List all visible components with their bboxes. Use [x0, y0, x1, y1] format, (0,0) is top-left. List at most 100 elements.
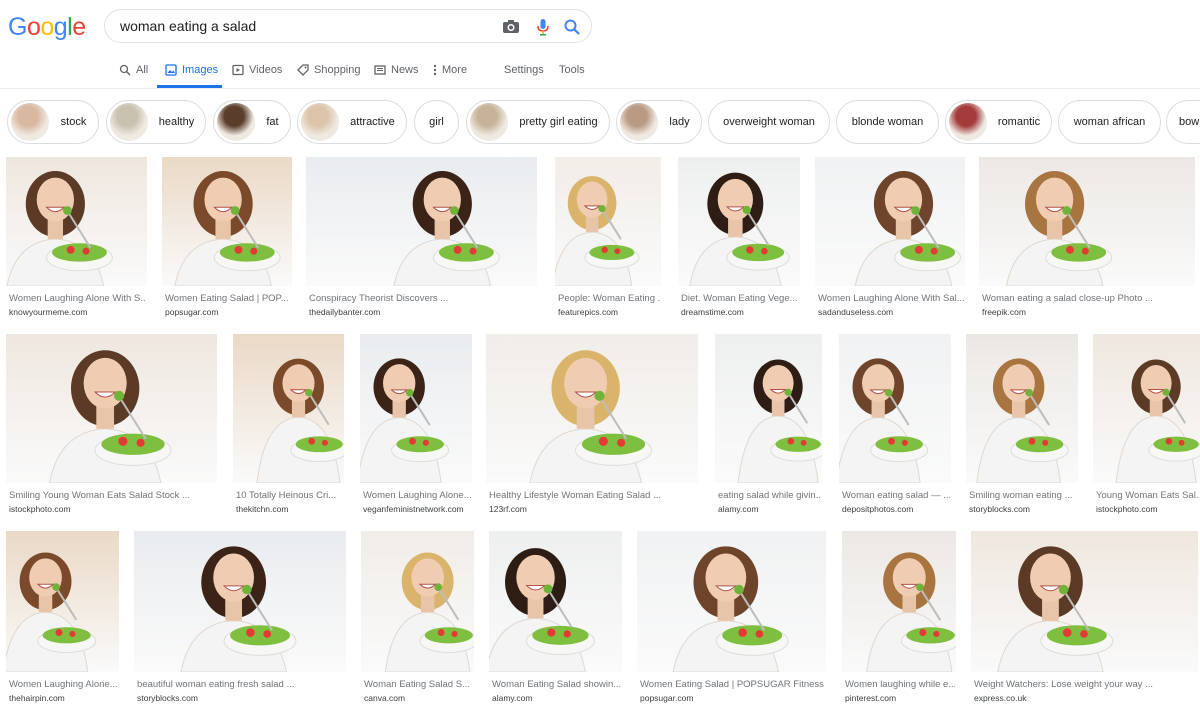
- tab-images[interactable]: Images: [165, 64, 218, 76]
- image-result[interactable]: Smiling woman eating ... storyblocks.com: [966, 334, 1078, 523]
- result-title[interactable]: Woman eating a salad close-up Photo ...: [982, 293, 1194, 304]
- result-source[interactable]: alamy.com: [492, 693, 532, 703]
- result-title[interactable]: Women laughing while e...: [845, 679, 955, 690]
- result-thumbnail[interactable]: [555, 157, 661, 286]
- result-thumbnail[interactable]: [842, 531, 956, 672]
- result-thumbnail[interactable]: [678, 157, 800, 286]
- result-source[interactable]: sadanduseless.com: [818, 307, 893, 317]
- chip-stock[interactable]: stock: [7, 100, 99, 144]
- chip-woman-african[interactable]: woman african: [1058, 100, 1161, 144]
- result-title[interactable]: Weight Watchers: Lose weight your way ..…: [974, 679, 1197, 690]
- result-thumbnail[interactable]: [839, 334, 951, 483]
- result-title[interactable]: Conspiracy Theorist Discovers ...: [309, 293, 536, 304]
- chip-overweight-woman[interactable]: overweight woman: [708, 100, 830, 144]
- image-result[interactable]: Diet. Woman Eating Vege... dreamstime.com: [678, 157, 800, 326]
- chip-romantic[interactable]: romantic: [945, 100, 1052, 144]
- chip-lady[interactable]: lady: [616, 100, 702, 144]
- result-title[interactable]: Diet. Woman Eating Vege...: [681, 293, 799, 304]
- tab-all[interactable]: All: [119, 64, 148, 76]
- result-thumbnail[interactable]: [6, 157, 147, 286]
- result-source[interactable]: storyblocks.com: [137, 693, 198, 703]
- image-result[interactable]: People: Woman Eating ... featurepics.com: [555, 157, 661, 326]
- chip-fat[interactable]: fat: [213, 100, 291, 144]
- chip-healthy[interactable]: healthy: [106, 100, 206, 144]
- result-title[interactable]: Woman eating salad — ...: [842, 490, 950, 501]
- image-result[interactable]: Weight Watchers: Lose weight your way ..…: [971, 531, 1198, 712]
- result-thumbnail[interactable]: [134, 531, 346, 672]
- image-result[interactable]: 10 Totally Heinous Cri... thekitchn.com: [233, 334, 344, 523]
- result-source[interactable]: alamy.com: [718, 504, 758, 514]
- image-result[interactable]: Woman eating a salad close-up Photo ... f…: [979, 157, 1195, 326]
- tab-shopping[interactable]: Shopping: [297, 64, 361, 76]
- result-thumbnail[interactable]: [306, 157, 537, 286]
- result-thumbnail[interactable]: [815, 157, 965, 286]
- image-result[interactable]: Woman Eating Salad S... canva.com: [361, 531, 474, 712]
- result-title[interactable]: Smiling woman eating ...: [969, 490, 1077, 501]
- tab-more[interactable]: More: [433, 64, 467, 76]
- image-result[interactable]: Women Laughing Alone With Sal... sadandus…: [815, 157, 965, 326]
- image-result[interactable]: Smiling Young Woman Eats Salad Stock ...…: [6, 334, 217, 523]
- result-source[interactable]: popsugar.com: [165, 307, 218, 317]
- result-title[interactable]: Women Laughing Alone With S...: [9, 293, 146, 304]
- result-source[interactable]: thekitchn.com: [236, 504, 288, 514]
- result-source[interactable]: knowyourmeme.com: [9, 307, 87, 317]
- tab-settings[interactable]: Settings: [504, 64, 544, 76]
- result-thumbnail[interactable]: [486, 334, 698, 483]
- result-title[interactable]: Healthy Lifestyle Woman Eating Salad ...: [489, 490, 697, 501]
- result-title[interactable]: Woman Eating Salad showin...: [492, 679, 621, 690]
- result-source[interactable]: express.co.uk: [974, 693, 1026, 703]
- result-thumbnail[interactable]: [162, 157, 292, 286]
- chip-blonde-woman[interactable]: blonde woman: [836, 100, 939, 144]
- tab-tools[interactable]: Tools: [559, 64, 585, 76]
- image-result[interactable]: Woman eating salad — ... depositphotos.co…: [839, 334, 951, 523]
- result-title[interactable]: Young Woman Eats Sal...: [1096, 490, 1199, 501]
- image-result[interactable]: Women Laughing Alone... thehairpin.com: [6, 531, 119, 712]
- google-logo[interactable]: Google: [8, 13, 86, 41]
- result-thumbnail[interactable]: [1093, 334, 1200, 483]
- result-thumbnail[interactable]: [233, 334, 344, 483]
- microphone-icon[interactable]: [533, 17, 553, 37]
- image-result[interactable]: Healthy Lifestyle Woman Eating Salad ...…: [486, 334, 698, 523]
- result-thumbnail[interactable]: [979, 157, 1195, 286]
- result-source[interactable]: istockphoto.com: [9, 504, 70, 514]
- result-thumbnail[interactable]: [715, 334, 822, 483]
- result-source[interactable]: dreamstime.com: [681, 307, 744, 317]
- result-source[interactable]: thehairpin.com: [9, 693, 65, 703]
- image-result[interactable]: Young Woman Eats Sal... istockphoto.com: [1093, 334, 1200, 523]
- chip-attractive[interactable]: attractive: [297, 100, 407, 144]
- image-result[interactable]: Women Eating Salad | POPSUGAR Fitness pop…: [637, 531, 826, 712]
- result-source[interactable]: istockphoto.com: [1096, 504, 1157, 514]
- result-title[interactable]: Woman Eating Salad S...: [364, 679, 473, 690]
- result-title[interactable]: Women Eating Salad | POPSUGAR Fitness: [640, 679, 825, 690]
- result-source[interactable]: depositphotos.com: [842, 504, 913, 514]
- search-icon[interactable]: [562, 17, 582, 37]
- result-thumbnail[interactable]: [971, 531, 1198, 672]
- result-thumbnail[interactable]: [489, 531, 622, 672]
- image-result[interactable]: Women Laughing Alone... veganfeministnetw…: [360, 334, 472, 523]
- result-title[interactable]: Women Laughing Alone...: [363, 490, 471, 501]
- image-result[interactable]: beautiful woman eating fresh salad ... st…: [134, 531, 346, 712]
- image-result[interactable]: Conspiracy Theorist Discovers ... thedail…: [306, 157, 537, 326]
- result-thumbnail[interactable]: [966, 334, 1078, 483]
- result-source[interactable]: thedailybanter.com: [309, 307, 380, 317]
- camera-icon[interactable]: [501, 17, 521, 37]
- chip-bow[interactable]: bow: [1166, 100, 1200, 144]
- result-thumbnail[interactable]: [6, 334, 217, 483]
- result-title[interactable]: Women Laughing Alone...: [9, 679, 118, 690]
- image-result[interactable]: eating salad while givin... alamy.com: [715, 334, 822, 523]
- result-source[interactable]: 123rf.com: [489, 504, 527, 514]
- result-source[interactable]: pinterest.com: [845, 693, 896, 703]
- result-title[interactable]: Women Laughing Alone With Sal...: [818, 293, 964, 304]
- result-title[interactable]: 10 Totally Heinous Cri...: [236, 490, 343, 501]
- result-title[interactable]: People: Woman Eating ...: [558, 293, 660, 304]
- result-source[interactable]: freepik.com: [982, 307, 1026, 317]
- search-input[interactable]: woman eating a salad: [120, 18, 256, 34]
- result-title[interactable]: beautiful woman eating fresh salad ...: [137, 679, 345, 690]
- result-thumbnail[interactable]: [637, 531, 826, 672]
- result-thumbnail[interactable]: [361, 531, 474, 672]
- result-thumbnail[interactable]: [6, 531, 119, 672]
- result-source[interactable]: veganfeministnetwork.com: [363, 504, 464, 514]
- image-result[interactable]: Women Laughing Alone With S... knowyourme…: [6, 157, 147, 326]
- result-title[interactable]: Smiling Young Woman Eats Salad Stock ...: [9, 490, 216, 501]
- result-source[interactable]: storyblocks.com: [969, 504, 1030, 514]
